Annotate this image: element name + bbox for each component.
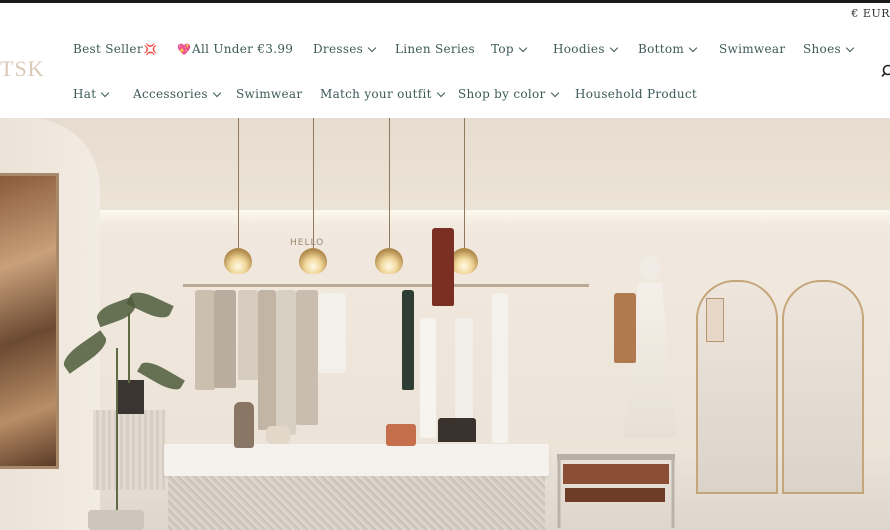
chevron-down-icon — [436, 88, 446, 97]
chevron-down-icon — [367, 43, 377, 52]
hero-ceiling — [0, 118, 890, 218]
nav-item-hoodies[interactable]: Hoodies — [553, 42, 619, 56]
plant — [128, 313, 130, 383]
decor-object — [266, 426, 290, 444]
garment — [492, 293, 508, 443]
arched-mirror — [782, 280, 864, 494]
pendant-lamp — [450, 248, 478, 274]
chevron-down-icon — [101, 88, 110, 97]
nav-item-household-product[interactable]: Household Product — [575, 87, 697, 101]
display-counter — [164, 444, 549, 476]
garment — [614, 293, 636, 363]
top-bar — [0, 0, 890, 3]
hero-banner[interactable]: HELLO — [0, 118, 890, 530]
search-icon[interactable] — [881, 64, 890, 78]
nav-item-linen-series[interactable]: Linen Series — [395, 42, 475, 56]
nav-item-best-seller[interactable]: Best Seller 💢 — [73, 42, 159, 56]
display-counter-base — [168, 476, 545, 530]
nav-item-label: Bottom — [638, 42, 685, 56]
nav-item-label: Household Product — [575, 87, 698, 101]
vase — [234, 402, 254, 448]
brand-logo[interactable]: TSK — [0, 56, 45, 82]
lamp-cord — [313, 118, 314, 250]
nav-item-top[interactable]: Top — [491, 42, 528, 56]
garment — [402, 290, 414, 390]
handbag — [386, 424, 416, 446]
hero-flower-display — [0, 173, 59, 469]
nav-item-accessories[interactable]: Accessories — [133, 87, 222, 101]
main-nav-row-2: Hat Accessories Swimwear Match your outf… — [0, 85, 890, 103]
garment — [238, 290, 258, 380]
lamp-cord — [389, 118, 390, 250]
nav-item-shoes[interactable]: Shoes — [803, 42, 855, 56]
nav-item-label: Shop by color — [458, 87, 546, 101]
pedestal — [93, 410, 165, 490]
nav-item-hat[interactable]: Hat — [73, 87, 110, 101]
nav-item-match-your-outfit[interactable]: Match your outfit — [320, 87, 446, 101]
nav-item-swimwear[interactable]: Swimwear — [719, 42, 785, 56]
lamp-cord — [238, 118, 239, 250]
garment — [318, 293, 346, 373]
anger-icon: 💢 — [143, 42, 158, 56]
pendant-lamp — [375, 248, 403, 274]
nav-item-shop-by-color[interactable]: Shop by color — [458, 87, 559, 101]
nav-item-label: Top — [491, 42, 514, 56]
hello-sign: HELLO — [290, 238, 325, 248]
chevron-down-icon — [688, 43, 698, 52]
nav-item-dresses[interactable]: Dresses — [313, 42, 377, 56]
lamp-cord — [464, 118, 465, 250]
plant-pot — [118, 380, 144, 414]
pendant-lamp — [224, 248, 252, 274]
display-object — [438, 418, 476, 442]
nav-item-bottom[interactable]: Bottom — [638, 42, 698, 56]
garment — [432, 228, 454, 306]
garment — [214, 290, 236, 388]
garment — [455, 318, 473, 428]
wall-art — [706, 298, 724, 342]
chevron-down-icon — [845, 43, 855, 52]
garment — [258, 290, 276, 430]
nav-item-label: Dresses — [313, 42, 364, 56]
nav-item-label: All Under €3.99 — [192, 42, 294, 56]
leather-chair — [557, 454, 675, 528]
mannequin — [640, 256, 660, 280]
garment — [276, 290, 296, 435]
chevron-down-icon — [609, 43, 619, 52]
garment — [296, 290, 318, 425]
nav-item-label: Shoes — [803, 42, 841, 56]
nav-item-label: Accessories — [133, 87, 208, 101]
nav-item-label: Swimwear — [719, 42, 786, 56]
hero-light-strip — [95, 210, 890, 226]
chevron-down-icon — [518, 43, 528, 52]
nav-item-label: Match your outfit — [320, 87, 432, 101]
nav-item-label: Hat — [73, 87, 97, 101]
garment — [195, 290, 215, 390]
chevron-down-icon — [212, 88, 222, 97]
plant — [116, 348, 118, 518]
nav-item-label: Linen Series — [395, 42, 475, 56]
clothing-rail — [183, 284, 589, 287]
nav-item-all-under[interactable]: 💖 All Under €3.99 — [176, 42, 293, 56]
main-nav-row-1: Best Seller 💢 💖 All Under €3.99 Dresses Li… — [0, 40, 890, 58]
nav-item-label: Swimwear — [236, 87, 303, 101]
heart-icon: 💖 — [177, 42, 191, 56]
currency-selector[interactable]: € EUR — [851, 7, 890, 20]
garment — [420, 318, 436, 438]
nav-item-label: Best Seller — [73, 42, 143, 56]
pendant-lamp — [299, 248, 327, 274]
nav-item-swimwear-2[interactable]: Swimwear — [236, 87, 302, 101]
nav-item-label: Hoodies — [553, 42, 605, 56]
chevron-down-icon — [550, 88, 559, 97]
floor-pot — [88, 510, 144, 530]
